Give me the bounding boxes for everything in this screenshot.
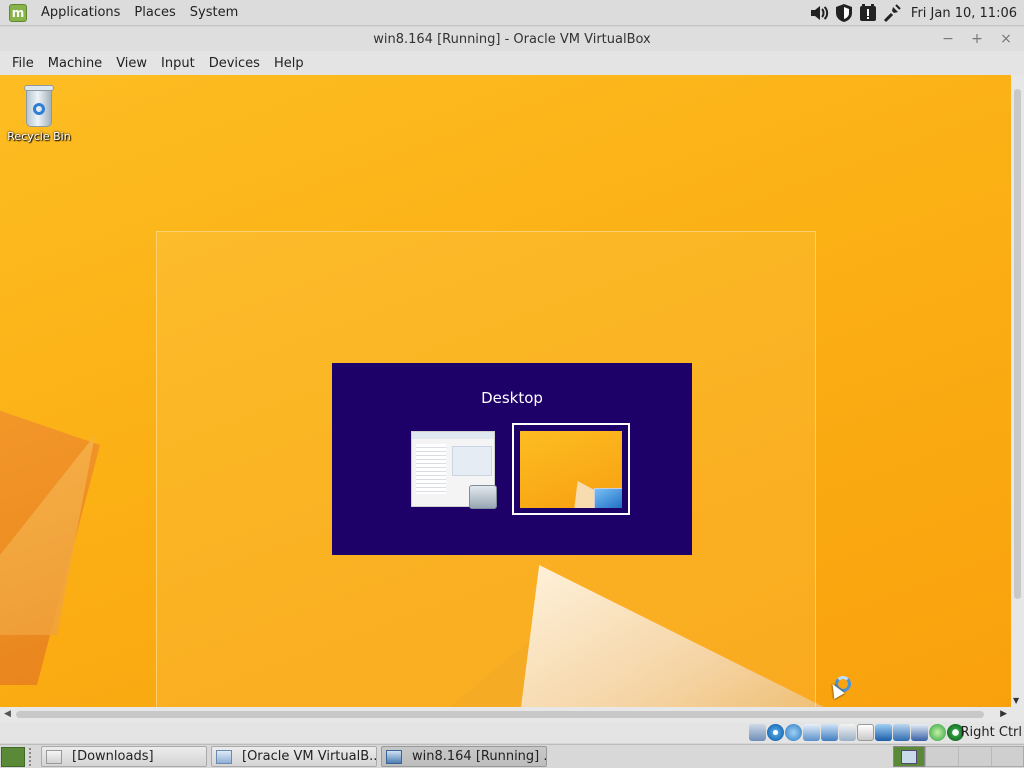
minimize-button[interactable]: −	[940, 31, 956, 47]
cpu-icon[interactable]	[911, 724, 928, 741]
scroll-left-arrow-icon[interactable]: ◀	[4, 709, 11, 719]
virtualbox-vm-icon	[386, 749, 402, 764]
optical-drive-icon[interactable]	[767, 724, 784, 741]
applications-menu[interactable]: Applications	[34, 5, 127, 20]
desktop-thumbnail[interactable]	[520, 431, 622, 508]
volume-icon[interactable]	[809, 2, 831, 24]
menu-help[interactable]: Help	[267, 56, 311, 71]
window-title: win8.164 [Running] - Oracle VM VirtualBo…	[373, 31, 651, 47]
resource-monitor-icon	[469, 485, 497, 509]
task-virtualbox-manager[interactable]: [Oracle VM VirtualB...	[211, 746, 377, 767]
places-menu[interactable]: Places	[127, 5, 182, 20]
host-key-label: Right Ctrl	[960, 725, 1023, 740]
workspace-window-icon	[901, 749, 917, 764]
close-button[interactable]: ×	[998, 31, 1014, 47]
vertical-scrollbar[interactable]: ▼	[1011, 75, 1024, 707]
shield-icon[interactable]	[833, 2, 855, 24]
menu-devices[interactable]: Devices	[202, 56, 267, 71]
panel-grip-handle[interactable]	[29, 747, 37, 766]
recycle-bin-label: Recycle Bin	[7, 130, 71, 143]
menu-file[interactable]: File	[5, 56, 41, 71]
system-menu[interactable]: System	[183, 5, 245, 20]
network-icon[interactable]	[857, 724, 874, 741]
top-panel: m Applications Places System Fri Jan 10,…	[0, 0, 1024, 26]
system-tray: Fri Jan 10, 11:06	[807, 0, 1024, 26]
show-desktop-button[interactable]	[1, 746, 25, 767]
scroll-down-arrow-icon[interactable]: ▼	[1013, 696, 1019, 705]
menu-machine[interactable]: Machine	[41, 56, 109, 71]
task-label: [Oracle VM VirtualB...	[242, 749, 377, 764]
hard-disk-icon[interactable]	[749, 724, 766, 741]
scrollbar-corner	[1011, 707, 1024, 722]
mouse-integration-icon[interactable]	[875, 724, 892, 741]
display-icon[interactable]	[821, 724, 838, 741]
menu-view[interactable]: View	[109, 56, 154, 71]
virtualbox-icon	[216, 749, 232, 764]
maximize-button[interactable]: +	[969, 31, 985, 47]
recycle-bin-shortcut[interactable]: Recycle Bin	[6, 83, 72, 143]
guest-additions-icon[interactable]	[929, 724, 946, 741]
folder-icon	[46, 749, 62, 764]
recycle-bin-icon	[24, 83, 54, 127]
desktop-icon	[594, 488, 622, 508]
clock[interactable]: Fri Jan 10, 11:06	[911, 6, 1017, 21]
mint-menu-icon[interactable]: m	[9, 3, 27, 22]
bottom-taskbar: [Downloads] [Oracle VM VirtualB... win8.…	[0, 744, 1024, 768]
horizontal-scroll-thumb[interactable]	[16, 711, 984, 718]
usb-icon[interactable]	[785, 724, 802, 741]
task-win8-vm[interactable]: win8.164 [Running] ...	[381, 746, 547, 767]
vbox-statusbar: Right Ctrl	[0, 722, 1024, 743]
horizontal-scrollbar[interactable]: ◀ ▶	[0, 707, 1011, 722]
vbox-menubar: File Machine View Input Devices Help	[0, 51, 1024, 75]
task-label: [Downloads]	[72, 749, 154, 764]
update-manager-icon[interactable]	[857, 2, 879, 24]
app-window-thumbnail[interactable]	[411, 431, 497, 509]
workspace-switcher-active[interactable]	[893, 746, 925, 767]
task-label: win8.164 [Running] ...	[412, 749, 547, 764]
keyboard-icon[interactable]	[893, 724, 910, 741]
network-icon[interactable]	[881, 2, 903, 24]
switcher-label: Desktop	[481, 389, 543, 407]
guest-display[interactable]: Recycle Bin Desktop	[0, 75, 1011, 707]
scroll-right-arrow-icon[interactable]: ▶	[1000, 709, 1007, 719]
menu-input[interactable]: Input	[154, 56, 202, 71]
alt-tab-switcher: Desktop	[332, 363, 692, 555]
vertical-scroll-thumb[interactable]	[1014, 89, 1021, 599]
shared-folders-icon[interactable]	[803, 724, 820, 741]
workspace-switcher[interactable]	[925, 746, 1024, 767]
video-capture-icon[interactable]	[839, 724, 856, 741]
task-downloads[interactable]: [Downloads]	[41, 746, 207, 767]
window-title-bar[interactable]: win8.164 [Running] - Oracle VM VirtualBo…	[0, 27, 1024, 51]
